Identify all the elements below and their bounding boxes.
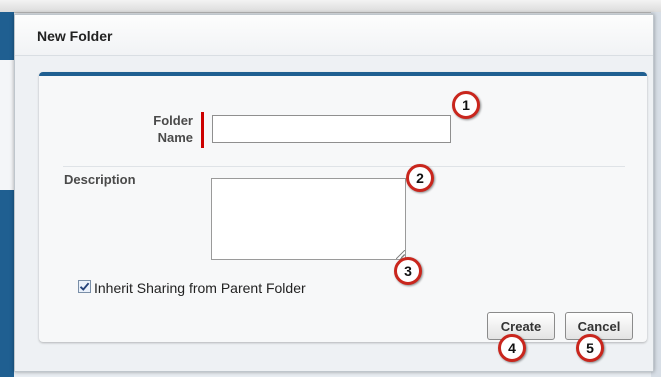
field-divider	[63, 166, 625, 167]
check-icon	[79, 282, 90, 291]
dialog-title: New Folder	[37, 28, 113, 44]
background-table-header	[0, 0, 661, 13]
folder-form-panel: Folder Name Description Inherit Sharing …	[39, 72, 647, 342]
description-textarea[interactable]	[211, 178, 406, 260]
description-label: Description	[64, 172, 136, 187]
create-button[interactable]: Create	[487, 312, 555, 340]
background-left-panel	[0, 12, 14, 377]
callout-badge: 1	[452, 91, 480, 119]
callout-badge: 3	[394, 257, 422, 285]
callout-badge: 2	[406, 164, 434, 192]
dialog-header: New Folder	[15, 15, 653, 56]
cancel-button[interactable]: Cancel	[565, 312, 633, 340]
background-left-panel-light	[0, 60, 14, 190]
inherit-sharing-checkbox[interactable]	[78, 280, 91, 293]
callout-badge: 4	[498, 334, 526, 362]
new-folder-dialog: New Folder Folder Name Description Inher…	[14, 14, 654, 372]
inherit-sharing-label[interactable]: Inherit Sharing from Parent Folder	[94, 280, 306, 296]
folder-name-input[interactable]	[212, 115, 451, 143]
callout-badge: 5	[576, 334, 604, 362]
folder-name-label: Folder Name	[153, 113, 193, 145]
required-indicator	[201, 112, 204, 148]
